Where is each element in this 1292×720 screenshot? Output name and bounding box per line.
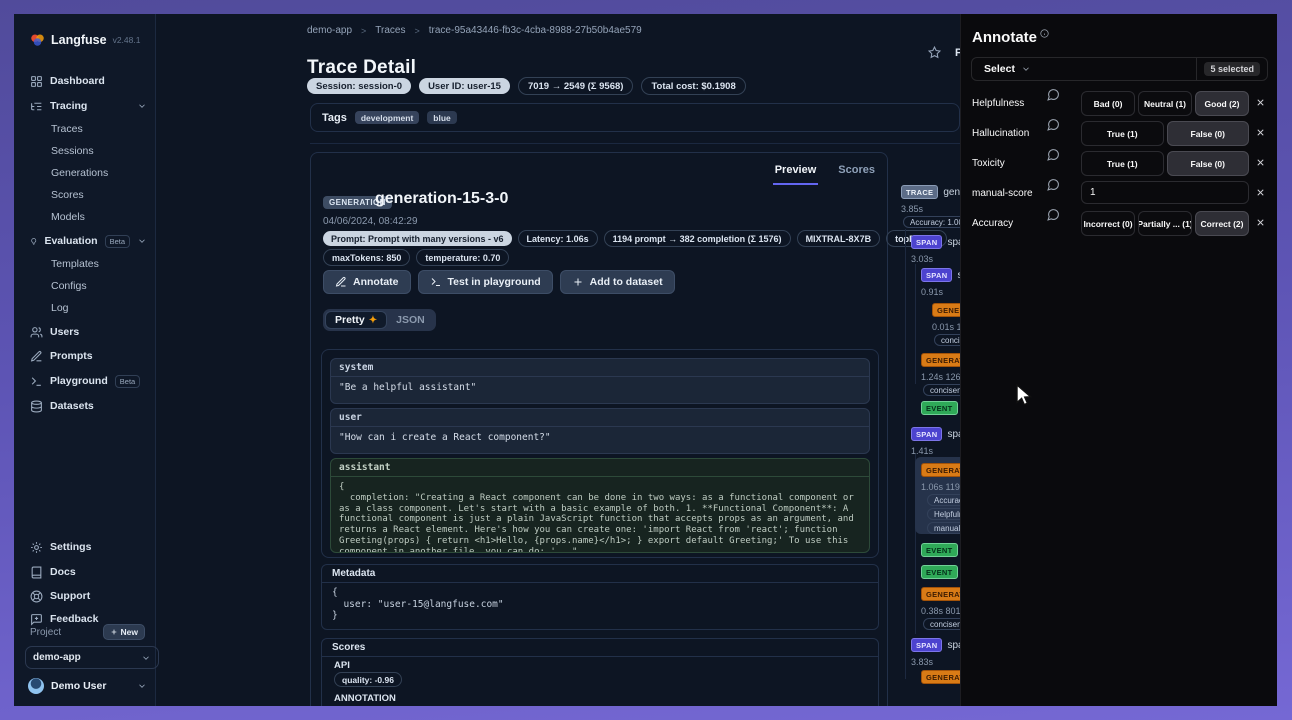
event-badge: EVENT [921,401,958,415]
remove-score-icon[interactable] [1255,187,1266,198]
score-options-accuracy: Incorrect (0) Partially ... (1) Correct … [1081,211,1249,236]
option-false-selected[interactable]: False (0) [1167,121,1250,146]
comment-bubble-icon[interactable] [1047,208,1060,221]
tree-node-duration: 3.03s [911,254,933,264]
option-bad[interactable]: Bad (0) [1081,91,1135,116]
option-false-selected[interactable]: False (0) [1167,151,1250,176]
span-badge: SPAN [911,427,942,441]
option-true[interactable]: True (1) [1081,151,1164,176]
score-label-hallucination: Hallucination [972,128,1029,139]
trace-badge: TRACE [901,185,938,199]
comment-bubble-icon[interactable] [1047,148,1060,161]
score-label-accuracy: Accuracy [972,218,1013,229]
annotate-title: Annotate [972,29,1049,46]
chevron-down-icon [1021,64,1031,74]
score-label-manual-score: manual-score [972,188,1033,199]
tree-node-duration: 1.24s 1266 [921,372,966,382]
info-icon[interactable] [1040,29,1049,38]
app-window: Langfuse v2.48.1 Dashboard Tracing Trace… [14,14,1277,706]
event-badge: EVENT [921,543,958,557]
option-correct-selected[interactable]: Correct (2) [1195,211,1249,236]
span-badge: SPAN [911,235,942,249]
remove-score-icon[interactable] [1255,127,1266,138]
tree-node-duration: 0.91s [921,287,943,297]
tree-node-duration: 3.85s [901,204,923,214]
comment-bubble-icon[interactable] [1047,118,1060,131]
manual-score-input[interactable] [1081,181,1249,204]
span-badge: SPAN [911,638,942,652]
annotate-title-text: Annotate [972,29,1037,46]
annotate-panel: Annotate Select 5 selected Helpfulness B… [960,14,1277,706]
remove-score-icon[interactable] [1255,97,1266,108]
option-partially[interactable]: Partially ... (1) [1138,211,1192,236]
score-options-toxicity: True (1) False (0) [1081,151,1249,176]
tree-node-duration: 1.06s 1194 [921,482,965,492]
remove-score-icon[interactable] [1255,157,1266,168]
tree-node-duration: 0.38s 801 [921,606,961,616]
mouse-cursor [1012,383,1036,409]
option-neutral[interactable]: Neutral (1) [1138,91,1192,116]
select-placeholder: Select [984,63,1015,75]
remove-score-icon[interactable] [1255,217,1266,228]
event-badge: EVENT [921,565,958,579]
option-true[interactable]: True (1) [1081,121,1164,146]
tree-guide-line [915,264,916,384]
score-select-dropdown[interactable]: Select 5 selected [971,57,1268,81]
option-incorrect[interactable]: Incorrect (0) [1081,211,1135,236]
tree-node-duration: 3.83s [911,657,933,667]
option-good-selected[interactable]: Good (2) [1195,91,1249,116]
score-label-toxicity: Toxicity [972,158,1005,169]
comment-bubble-icon[interactable] [1047,178,1060,191]
selected-count-badge: 5 selected [1196,58,1267,80]
tree-guide-line [905,229,906,679]
span-badge: SPAN [921,268,952,282]
score-options-helpfulness: Bad (0) Neutral (1) Good (2) [1081,91,1249,116]
score-options-hallucination: True (1) False (0) [1081,121,1249,146]
score-label-helpfulness: Helpfulness [972,98,1024,109]
tree-node-duration: 1.41s [911,446,933,456]
comment-bubble-icon[interactable] [1047,88,1060,101]
